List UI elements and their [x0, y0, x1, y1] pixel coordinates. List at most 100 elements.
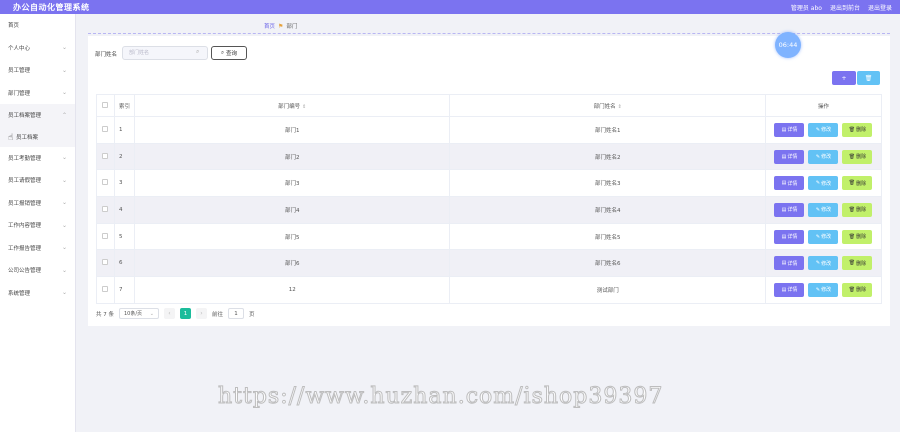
row-ops: ▤ 详情 ✎ 修改 🗑 删除 [764, 276, 883, 304]
detail-button[interactable]: ▤ 详情 [774, 229, 805, 244]
delete-button[interactable]: 🗑 删除 [842, 202, 873, 217]
edit-button[interactable]: ✎ 修改 [808, 176, 839, 191]
edit-button[interactable]: ✎ 修改 [808, 229, 839, 244]
document-icon: ▤ [781, 180, 787, 187]
delete-button[interactable]: 🗑 删除 [842, 256, 873, 271]
row-index: 5 [113, 222, 135, 251]
sidebar-item-system-mgmt[interactable]: 系统管理 ⌄ [0, 282, 75, 305]
detail-button[interactable]: ▤ 详情 [774, 256, 805, 271]
sidebar-item-work-content-mgmt[interactable]: 工作内容管理 ⌄ [0, 214, 75, 237]
delete-button[interactable]: 🗑 删除 [842, 149, 873, 164]
next-page-button[interactable]: › [196, 308, 207, 319]
row-ops: ▤ 详情 ✎ 修改 🗑 删除 [764, 142, 883, 171]
row-checkbox[interactable] [96, 249, 115, 278]
detail-button[interactable]: ▤ 详情 [774, 149, 805, 164]
row-name: 部门姓名2 [449, 142, 766, 171]
pencil-icon: ✎ [815, 126, 821, 133]
prev-page-button[interactable]: ‹ [164, 308, 175, 319]
row-index: 6 [113, 249, 135, 278]
header-code[interactable]: 部门编号 ⇕ [133, 94, 451, 117]
goto-label: 前往 [212, 311, 224, 318]
edit-button[interactable]: ✎ 修改 [808, 149, 839, 164]
trash-icon: 🗑 [848, 153, 856, 160]
sidebar-item-employee-mgmt[interactable]: 员工管理 ⌄ [0, 59, 75, 82]
sidebar-item-leave-mgmt[interactable]: 员工请假管理 ⌄ [0, 169, 75, 192]
clock-widget: 06:44 [775, 32, 801, 58]
watermark: https://www.huzhan.com/ishop39397 [217, 384, 664, 410]
edit-button[interactable]: ✎ 修改 [808, 256, 839, 271]
table-row: 4 部门4 部门姓名4 ▤ 详情 ✎ 修改 🗑 删除 [96, 196, 883, 224]
pencil-icon: ✎ [815, 180, 821, 187]
row-name: 部门姓名5 [449, 222, 766, 251]
row-index: 7 [113, 276, 135, 304]
logout-link[interactable]: 退出登录 [868, 3, 892, 12]
query-button[interactable]: ⌕ 查询 [211, 46, 247, 60]
row-name: 部门姓名4 [449, 196, 766, 224]
detail-button[interactable]: ▤ 详情 [774, 176, 805, 191]
batch-delete-button[interactable]: 🗑 [857, 71, 880, 85]
sidebar-item-personal-center[interactable]: 个人中心 ⌄ [0, 37, 75, 60]
trash-icon: 🗑 [848, 260, 856, 267]
admin-user-link[interactable]: 管理员 abo [791, 3, 822, 12]
breadcrumb-home[interactable]: 首页 [264, 22, 275, 30]
detail-button[interactable]: ▤ 详情 [774, 282, 805, 297]
row-name: 部门姓名6 [449, 249, 766, 278]
delete-button[interactable]: 🗑 删除 [842, 176, 873, 191]
header-name[interactable]: 部门姓名 ⇕ [449, 94, 766, 117]
sidebar-item-department-mgmt[interactable]: 部门管理 ⌄ [0, 82, 75, 105]
detail-button[interactable]: ▤ 详情 [774, 122, 805, 137]
trash-icon: 🗑 [848, 126, 856, 133]
chevron-down-icon: ⌄ [61, 266, 67, 274]
sidebar-item-work-report-mgmt[interactable]: 工作报告管理 ⌄ [0, 237, 75, 260]
search-icon: ⌕ [196, 48, 200, 55]
sidebar-item-archive-mgmt[interactable]: 员工档案管理 ⌃ [0, 104, 75, 127]
row-checkbox[interactable] [96, 142, 115, 171]
trash-icon: 🗑 [848, 206, 856, 213]
trash-icon: 🗑 [864, 74, 873, 82]
breadcrumb-current: 部门 [286, 24, 298, 30]
sidebar-item-attendance-mgmt[interactable]: 员工考勤管理 ⌄ [0, 147, 75, 170]
pencil-icon: ✎ [815, 233, 821, 240]
front-page-link[interactable]: 退出到前台 [830, 3, 860, 12]
sort-icon[interactable]: ⇕ [618, 104, 622, 110]
select-all-checkbox[interactable] [96, 94, 115, 117]
document-icon: ▤ [781, 260, 787, 267]
pencil-icon: ✎ [815, 206, 821, 213]
sort-icon[interactable]: ⇕ [302, 104, 306, 110]
sidebar-item-expense-mgmt[interactable]: 员工报销管理 ⌄ [0, 192, 75, 215]
table-row: 7 12 测试部门 ▤ 详情 ✎ 修改 🗑 删除 [96, 276, 883, 304]
delete-button[interactable]: 🗑 删除 [842, 229, 873, 244]
chevron-down-icon: ⌄ [61, 66, 67, 74]
page-number-button[interactable]: 1 [180, 308, 191, 319]
row-checkbox[interactable] [96, 196, 115, 224]
row-checkbox[interactable] [96, 222, 115, 251]
goto-page-input[interactable] [228, 308, 245, 319]
edit-button[interactable]: ✎ 修改 [808, 282, 839, 297]
row-name: 部门姓名3 [449, 169, 766, 198]
edit-button[interactable]: ✎ 修改 [808, 202, 839, 217]
document-icon: ▤ [781, 233, 787, 240]
row-checkbox[interactable] [96, 116, 115, 144]
app-title: 办公自动化管理系统 [13, 2, 90, 12]
delete-button[interactable]: 🗑 删除 [842, 122, 873, 137]
row-ops: ▤ 详情 ✎ 修改 🗑 删除 [764, 222, 883, 251]
delete-button[interactable]: 🗑 删除 [842, 282, 873, 297]
row-checkbox[interactable] [96, 276, 115, 304]
top-links: 管理员 abo 退出到前台 退出登录 [791, 3, 892, 12]
search-label: 部门姓名 [95, 52, 118, 58]
detail-button[interactable]: ▤ 详情 [774, 202, 805, 217]
page-size-select[interactable]: 10条/页 ⌄ [119, 308, 159, 319]
edit-button[interactable]: ✎ 修改 [808, 122, 839, 137]
row-ops: ▤ 详情 ✎ 修改 🗑 删除 [764, 116, 883, 144]
row-checkbox[interactable] [96, 169, 115, 198]
sidebar-item-home[interactable]: 首页 [0, 14, 75, 37]
row-code: 部门5 [133, 222, 451, 251]
row-index: 3 [113, 169, 135, 198]
top-bar: 办公自动化管理系统 管理员 abo 退出到前台 退出登录 [0, 0, 900, 14]
chevron-down-icon: ⌄ [61, 44, 67, 52]
chevron-down-icon: ⌄ [61, 154, 67, 162]
sidebar-item-notice-mgmt[interactable]: 公司公告管理 ⌄ [0, 259, 75, 282]
pencil-icon: ✎ [815, 260, 821, 267]
add-button[interactable]: + [832, 71, 856, 85]
sidebar-subitem-archive[interactable]: ☝ 员工档案 [0, 126, 75, 147]
